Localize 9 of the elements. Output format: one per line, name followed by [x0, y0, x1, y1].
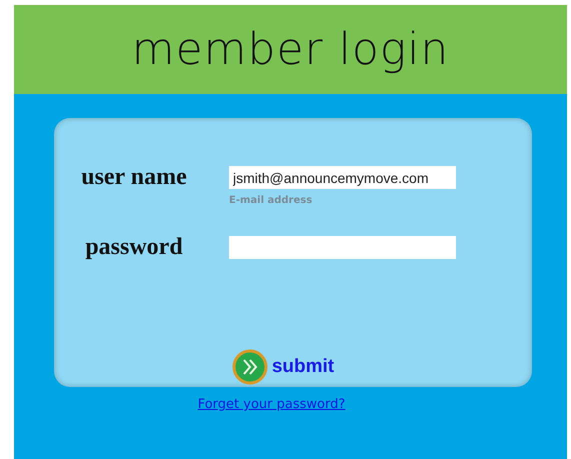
- field-hint: E-mail address: [229, 195, 314, 206]
- double-chevron-icon[interactable]: [232, 349, 268, 385]
- submit-button[interactable]: submit: [272, 356, 334, 378]
- input-field[interactable]: [229, 236, 456, 259]
- forgot-password-link[interactable]: Forget your password?: [198, 397, 346, 412]
- field-label: password: [84, 234, 184, 261]
- page-title: member login: [132, 24, 450, 75]
- field-label: user name: [80, 164, 188, 191]
- input-field[interactable]: jsmith@announcemymove.com: [229, 166, 456, 189]
